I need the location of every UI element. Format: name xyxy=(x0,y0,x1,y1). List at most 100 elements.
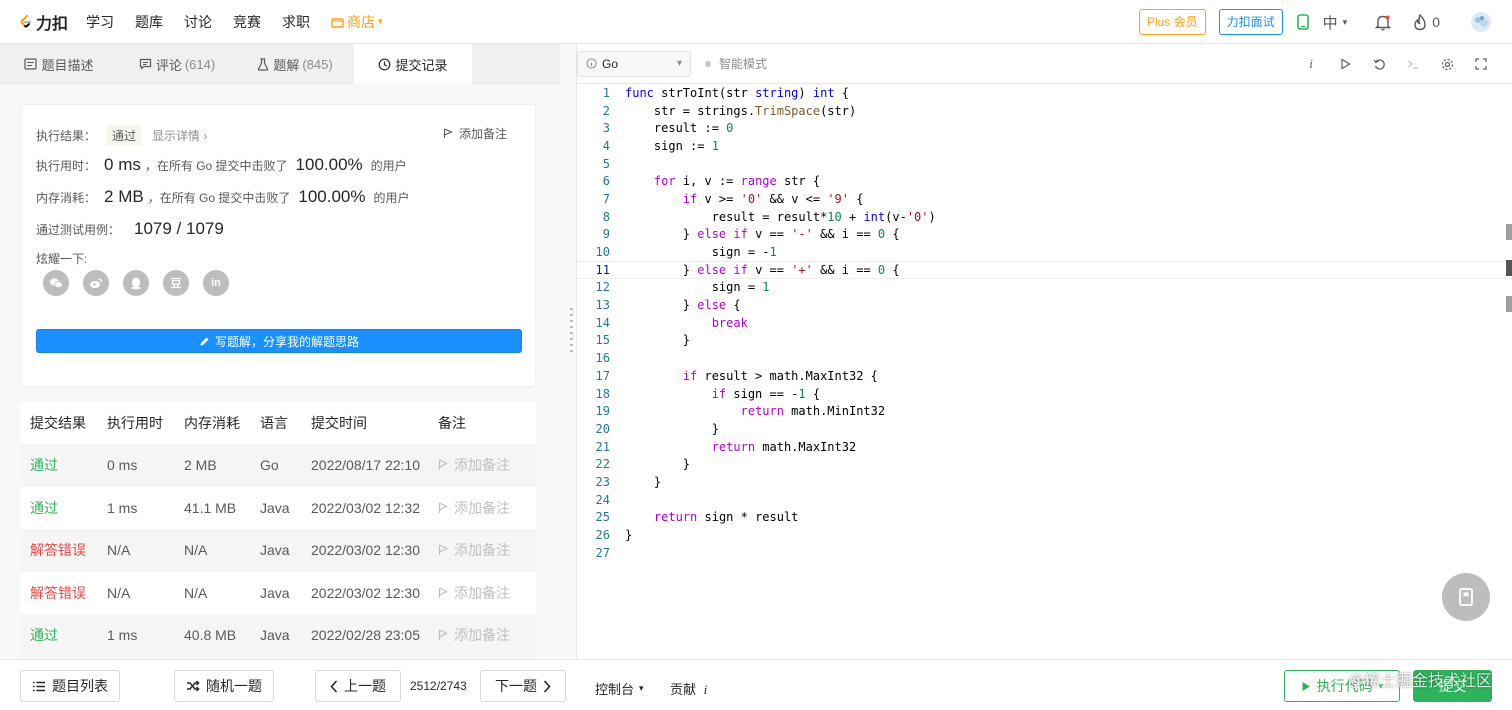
problem-list-button[interactable]: 题目列表 xyxy=(20,670,120,702)
code-line[interactable]: 9 } else if v == '-' && i == 0 { xyxy=(577,226,1512,244)
code-line[interactable]: 22 } xyxy=(577,455,1512,473)
next-problem-button[interactable]: 下一题 xyxy=(480,670,566,702)
bell-icon[interactable] xyxy=(1375,14,1392,31)
notebook-button[interactable] xyxy=(1442,573,1490,621)
language-select[interactable]: Go ▾ xyxy=(577,50,691,77)
row-memory: 41.1 MB xyxy=(184,499,237,516)
table-row[interactable]: 解答错误 N/A N/A Java 2022/03/02 12:30 添加备注 xyxy=(20,529,536,572)
nav-problems[interactable]: 题库 xyxy=(135,12,163,32)
prev-problem-button[interactable]: 上一题 xyxy=(315,670,401,702)
submissions-table: 提交结果 执行用时 内存消耗 语言 提交时间 备注 通过 0 ms 2 MB G… xyxy=(20,402,536,657)
code-line[interactable]: 18 if sign == -1 { xyxy=(577,385,1512,403)
row-add-note[interactable]: 添加备注 xyxy=(438,498,536,518)
next-label: 下一题 xyxy=(495,678,537,694)
row-add-note[interactable]: 添加备注 xyxy=(438,583,536,603)
douban-icon[interactable] xyxy=(163,270,189,296)
line-number: 26 xyxy=(595,528,610,543)
code-line[interactable]: 7 if v >= '0' && v <= '9' { xyxy=(577,190,1512,208)
code-line[interactable]: 27 xyxy=(577,544,1512,562)
code-line[interactable]: 26} xyxy=(577,526,1512,544)
nav-learn[interactable]: 学习 xyxy=(86,12,114,32)
settings-icon[interactable] xyxy=(1430,58,1464,71)
code-line[interactable]: 21 return math.MaxInt32 xyxy=(577,438,1512,456)
interview-button[interactable]: 力扣面试 xyxy=(1218,9,1283,35)
row-status[interactable]: 解答错误 xyxy=(20,583,107,603)
code-line[interactable]: 17 if result > math.MaxInt32 { xyxy=(577,367,1512,385)
write-solution-button[interactable]: 写题解，分享我的解题思路 xyxy=(36,329,522,353)
qq-icon[interactable] xyxy=(123,270,149,296)
code-line[interactable]: 8 result = result*10 + int(v-'0') xyxy=(577,208,1512,226)
add-note-button[interactable]: 添加备注 xyxy=(443,125,507,142)
info-italic-icon[interactable]: i xyxy=(1294,56,1328,72)
table-row[interactable]: 通过 1 ms 40.8 MB Java 2022/02/28 23:05 添加… xyxy=(20,614,536,657)
code-text: for i, v := range str { xyxy=(653,174,821,189)
points-indicator[interactable]: 0 xyxy=(1413,13,1440,31)
code-line[interactable]: 4 sign := 1 xyxy=(577,137,1512,155)
mobile-app-icon[interactable] xyxy=(1296,14,1309,30)
contribute-label: 贡献 xyxy=(670,682,697,697)
random-problem-button[interactable]: 随机一题 xyxy=(174,670,274,702)
code-line[interactable]: 25 return sign * result xyxy=(577,509,1512,527)
nav-discuss[interactable]: 讨论 xyxy=(184,12,212,32)
wechat-icon[interactable] xyxy=(43,270,69,296)
code-line[interactable]: 14 break xyxy=(577,314,1512,332)
row-language: Go xyxy=(260,457,279,474)
leetcode-logo[interactable]: 力扣 xyxy=(18,10,86,34)
tab-comments[interactable]: 评论 (614) xyxy=(118,44,236,84)
table-row[interactable]: 通过 1 ms 41.1 MB Java 2022/03/02 12:32 添加… xyxy=(20,487,536,530)
code-line[interactable]: 13 } else { xyxy=(577,296,1512,314)
nav-contest[interactable]: 竞赛 xyxy=(233,12,261,32)
linkedin-icon[interactable]: in xyxy=(203,270,229,296)
code-line[interactable]: 12 sign = 1 xyxy=(577,279,1512,297)
row-add-note[interactable]: 添加备注 xyxy=(438,455,536,475)
code-line[interactable]: 3 result := 0 xyxy=(577,119,1512,137)
code-line[interactable]: 11 } else if v == '+' && i == 0 { xyxy=(577,260,1512,279)
code-line[interactable]: 15 } xyxy=(577,332,1512,350)
nav-jobs[interactable]: 求职 xyxy=(282,12,310,32)
code-editor[interactable]: 1 func strToInt(str string) int {2 str = … xyxy=(577,84,1512,659)
code-line[interactable]: 5 xyxy=(577,155,1512,173)
table-row[interactable]: 解答错误 N/A N/A Java 2022/03/02 12:30 添加备注 xyxy=(20,572,536,615)
code-line[interactable]: 23 } xyxy=(577,473,1512,491)
runtime-percent: 100.00% xyxy=(295,155,363,174)
code-line[interactable]: 24 xyxy=(577,491,1512,509)
show-details-link[interactable]: 显示详情 › xyxy=(152,127,207,144)
row-add-note[interactable]: 添加备注 xyxy=(438,625,536,645)
plus-member-button[interactable]: Plus 会员 xyxy=(1138,9,1206,35)
tab-solutions[interactable]: 题解 (845) xyxy=(236,44,354,84)
col-note: 备注 xyxy=(438,415,466,431)
row-status[interactable]: 通过 xyxy=(20,498,107,518)
terminal-icon[interactable] xyxy=(1396,59,1430,70)
code-line[interactable]: 6 for i, v := range str { xyxy=(577,172,1512,190)
avatar[interactable] xyxy=(1470,11,1492,33)
contribute-link[interactable]: 贡献 i xyxy=(670,679,707,698)
play-icon[interactable] xyxy=(1328,58,1362,70)
panel-splitter[interactable] xyxy=(560,44,576,659)
code-line[interactable]: 19 return math.MinInt32 xyxy=(577,402,1512,420)
smart-mode-toggle[interactable]: 智能模式 xyxy=(705,55,767,72)
runtime-label: 执行用时： xyxy=(36,159,97,173)
weibo-icon[interactable] xyxy=(83,270,109,296)
memory-label: 内存消耗： xyxy=(36,191,97,205)
code-line[interactable]: 1 func strToInt(str string) int { xyxy=(577,84,1512,102)
row-language: Java xyxy=(260,542,290,559)
console-toggle[interactable]: 控制台 ▾ xyxy=(595,679,644,698)
nav-shop[interactable]: 商店 ▾ xyxy=(331,12,383,32)
row-status[interactable]: 通过 xyxy=(20,455,107,475)
code-line[interactable]: 10 sign = -1 xyxy=(577,243,1512,261)
splitter-handle[interactable] xyxy=(570,308,573,352)
row-add-note[interactable]: 添加备注 xyxy=(438,540,536,560)
code-line[interactable]: 2 str = strings.TrimSpace(str) xyxy=(577,102,1512,120)
language-switch[interactable]: 中 ▾ xyxy=(1323,12,1348,33)
reset-icon[interactable] xyxy=(1362,58,1396,71)
code-line[interactable]: 16 xyxy=(577,349,1512,367)
tab-solutions-label: 题解 xyxy=(273,57,300,73)
result-label: 执行结果： xyxy=(36,129,97,143)
tab-description[interactable]: 题目描述 xyxy=(0,44,118,84)
fullscreen-icon[interactable] xyxy=(1464,58,1498,70)
row-status[interactable]: 解答错误 xyxy=(20,540,107,560)
table-row[interactable]: 通过 0 ms 2 MB Go 2022/08/17 22:10 添加备注 xyxy=(20,444,536,487)
row-status[interactable]: 通过 xyxy=(20,625,107,645)
code-line[interactable]: 20 } xyxy=(577,420,1512,438)
tab-submissions[interactable]: 提交记录 xyxy=(354,44,472,84)
